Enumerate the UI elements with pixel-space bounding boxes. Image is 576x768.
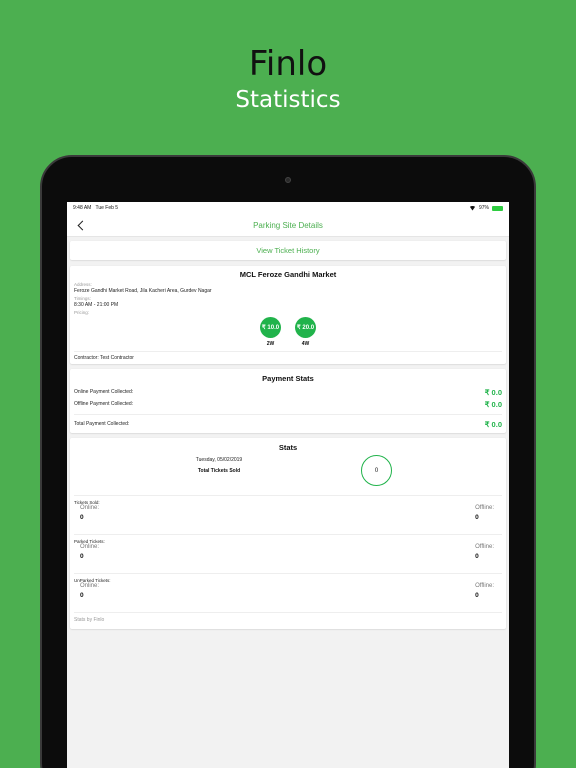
site-name: MCL Feroze Gandhi Market xyxy=(239,270,337,279)
wifi-icon xyxy=(468,205,476,211)
offline-label: Offline: xyxy=(475,583,494,589)
status-time: 9:48 AM xyxy=(73,205,92,211)
timings-value: 8:30 AM - 21:00 PM xyxy=(74,302,119,308)
promo-subtitle: Statistics xyxy=(235,87,341,113)
payment-total-amount: ₹ 0.0 xyxy=(484,419,502,429)
online-value: 0 xyxy=(80,592,84,599)
payment-row-offline: Offline Payment Collected: ₹ 0.0 xyxy=(74,398,502,410)
status-bar: 9:48 AM Tue Feb 5 97% xyxy=(67,202,509,214)
online-label: Online: xyxy=(80,505,100,511)
online-value: 0 xyxy=(80,514,84,521)
divider xyxy=(74,351,502,352)
promo-title: Finlo xyxy=(248,44,328,84)
status-date: Tue Feb 5 xyxy=(95,205,119,211)
block-heading: Tickets Sold: xyxy=(74,500,100,505)
payment-amount: ₹ 0.0 xyxy=(484,399,502,409)
payment-label: Online Payment Collected: xyxy=(74,389,134,395)
stats-title: Stats xyxy=(278,443,298,452)
stats-date: Tuesday, 05/02/2019 xyxy=(195,457,243,463)
stats-card: Stats Tuesday, 05/02/2019 Total Tickets … xyxy=(70,438,506,629)
page-title: Parking Site Details xyxy=(253,220,323,230)
nav-bar: Parking Site Details xyxy=(67,214,509,237)
pricing-list: ₹ 10.0 2W ₹ 20.0 4W xyxy=(74,317,502,347)
tickets-sold-block: Tickets Sold: Online: 0 Offline: 0 xyxy=(74,495,502,534)
block-heading: UnParked Tickets: xyxy=(74,578,111,583)
block-heading: Parked Tickets: xyxy=(74,539,105,544)
offline-value: 0 xyxy=(475,514,479,521)
online-value: 0 xyxy=(80,553,84,560)
payment-amount: ₹ 0.0 xyxy=(484,387,502,397)
divider xyxy=(74,414,502,415)
price-item-2w: ₹ 10.0 2W xyxy=(260,317,281,347)
price-badge: ₹ 10.0 xyxy=(260,317,281,338)
contractor-text: Contractor: Test Contractor xyxy=(74,355,134,361)
vehicle-type-label: 4W xyxy=(301,341,310,347)
online-label: Online: xyxy=(80,544,100,550)
address-value: Feroze Gandhi Market Road, Jila Kacheri … xyxy=(74,288,212,294)
offline-label: Offline: xyxy=(475,544,494,550)
payment-row-online: Online Payment Collected: ₹ 0.0 xyxy=(74,386,502,398)
online-label: Online: xyxy=(80,583,100,589)
price-item-4w: ₹ 20.0 4W xyxy=(295,317,316,347)
view-ticket-history-button[interactable]: View Ticket History xyxy=(70,241,506,260)
app-screen: 9:48 AM Tue Feb 5 97% Parking Site Detai… xyxy=(67,202,509,768)
back-button[interactable] xyxy=(73,217,89,233)
address-label: Address: xyxy=(74,282,92,287)
offline-label: Offline: xyxy=(475,505,494,511)
timings-label: Timings: xyxy=(74,296,91,301)
camera-dot xyxy=(285,177,291,183)
pricing-label: Pricing: xyxy=(74,310,90,315)
payment-stats-title: Payment Stats xyxy=(262,374,314,383)
battery-percent: 97% xyxy=(478,205,489,211)
parked-tickets-block: Parked Tickets: Online: 0 Offline: 0 xyxy=(74,534,502,573)
total-tickets-label: Total Tickets Sold xyxy=(197,468,241,474)
vehicle-type-label: 2W xyxy=(266,341,275,347)
offline-value: 0 xyxy=(475,553,479,560)
chevron-left-icon xyxy=(77,220,88,230)
battery-icon xyxy=(492,205,503,211)
payment-label: Offline Payment Collected: xyxy=(74,401,134,407)
stats-footer: Stats by Finlo xyxy=(74,612,502,626)
site-details-card: MCL Feroze Gandhi Market Address: Feroze… xyxy=(70,266,506,364)
unparked-tickets-block: UnParked Tickets: Online: 0 Offline: 0 xyxy=(74,573,502,612)
payment-total-label: Total Payment Collected: xyxy=(74,421,130,427)
total-tickets-value: 0 xyxy=(361,455,392,486)
payment-row-total: Total Payment Collected: ₹ 0.0 xyxy=(74,418,502,430)
payment-stats-card: Payment Stats Online Payment Collected: … xyxy=(70,369,506,433)
price-badge: ₹ 20.0 xyxy=(295,317,316,338)
offline-value: 0 xyxy=(475,592,479,599)
stats-summary: Tuesday, 05/02/2019 Total Tickets Sold 0 xyxy=(74,455,502,495)
